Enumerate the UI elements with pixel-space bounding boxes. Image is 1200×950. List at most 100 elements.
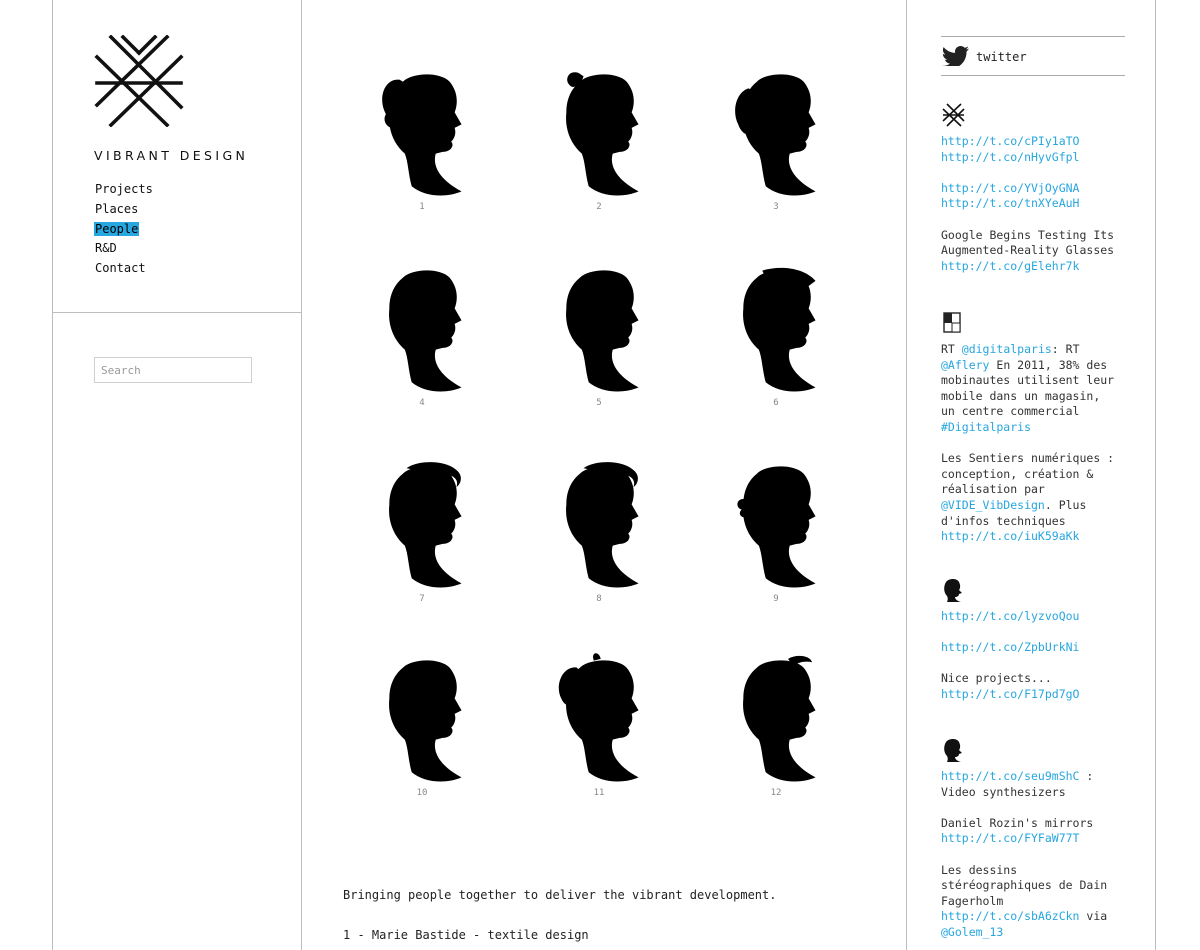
head-silhouette-icon xyxy=(944,739,962,762)
portrait-number: 4 xyxy=(419,398,425,408)
tweet-line: mobinautes utilisent leur xyxy=(941,373,1137,389)
tweet-line: réalisation par xyxy=(941,482,1137,498)
portrait-number: 6 xyxy=(773,398,779,408)
tweet-line: http://t.co/seu9mShC : xyxy=(941,769,1137,785)
tweet-text: via xyxy=(1079,909,1108,924)
portrait-number: 11 xyxy=(593,788,605,798)
tweet-text: Nice projects... xyxy=(941,671,1052,686)
head-silhouette-icon xyxy=(389,270,462,392)
twitter-label: twitter xyxy=(976,50,1027,64)
portrait-item[interactable]: 6 xyxy=(706,262,846,408)
tweet-line: http://t.co/ZpbUrkNi xyxy=(941,640,1137,656)
portrait-number: 8 xyxy=(596,594,602,604)
nav-item-contact[interactable]: Contact xyxy=(94,261,147,275)
head-silhouette-icon xyxy=(743,655,816,782)
tweet-text: stéréographiques de Dain xyxy=(941,878,1108,893)
tweet-link[interactable]: http://t.co/lyzvoQou xyxy=(941,609,1079,623)
portrait-credit: 1 - Marie Bastide - textile design xyxy=(343,928,589,942)
tweet: http://t.co/lyzvoQou http://t.co/ZpbUrkNi… xyxy=(941,578,1137,703)
tweet-text: Google Begins Testing Its xyxy=(941,227,1115,242)
tweet-line: Nice projects... xyxy=(941,671,1137,687)
portrait-item[interactable]: 4 xyxy=(352,262,492,408)
tweet-text: Les dessins xyxy=(941,862,1018,877)
head-silhouette-icon xyxy=(558,653,639,782)
search-input[interactable] xyxy=(94,357,252,383)
square-logo-icon xyxy=(943,312,961,333)
tweet-text: Daniel Rozin's mirrors xyxy=(941,815,1094,830)
tweet-line: conception, création & xyxy=(941,467,1137,483)
tweet-line: RT @digitalparis: RT xyxy=(941,342,1137,358)
nav-item-rd[interactable]: R&D xyxy=(94,241,118,255)
tweet-link[interactable]: http://t.co/seu9mShC xyxy=(941,769,1079,783)
tweet-link[interactable]: http://t.co/nHyvGfpl xyxy=(941,150,1079,164)
tweet-line: http://t.co/F17pd7gO xyxy=(941,687,1137,703)
tweet-line: Les dessins xyxy=(941,863,1137,879)
tweet-text: RT xyxy=(941,342,962,356)
tweet-line: http://t.co/lyzvoQou xyxy=(941,609,1137,625)
tweet: http://t.co/cPIy1aTO http://t.co/nHyvGfpl… xyxy=(941,103,1137,274)
vibrant-design-logo-icon[interactable] xyxy=(93,35,185,127)
tweet-line: http://t.co/tnXYeAuH xyxy=(941,196,1137,212)
tweet-line: @Aflery En 2011, 38% des xyxy=(941,358,1137,374)
nav-item-projects[interactable]: Projects xyxy=(94,182,154,196)
tweet-text: un centre commercial xyxy=(941,404,1080,419)
tweet-text: . Plus xyxy=(1044,497,1087,512)
brand-name: VIBRANT DESIGN xyxy=(94,148,249,163)
tweet-link[interactable]: #Digitalparis xyxy=(941,420,1031,434)
nav-item-people[interactable]: People xyxy=(94,221,140,236)
nav-item-places[interactable]: Places xyxy=(94,202,139,216)
portrait-number: 10 xyxy=(416,788,428,798)
tweet-link[interactable]: http://t.co/F17pd7gO xyxy=(941,687,1079,701)
portrait-item[interactable]: 11 xyxy=(529,652,669,798)
twitter-sidebar: twitter http://t.co/cPIy1aTO http://t.co/… xyxy=(906,0,1156,950)
tweet-line: Augmented-Reality Glasses xyxy=(941,243,1137,259)
tweet-link[interactable]: @Aflery xyxy=(941,358,989,372)
tweet-line: Google Begins Testing Its xyxy=(941,228,1137,244)
portrait-item[interactable]: 12 xyxy=(706,652,846,798)
head-silhouette-icon xyxy=(566,72,639,196)
tweet-text: En 2011, 38% des xyxy=(989,357,1108,372)
tweet-text: Augmented-Reality Glasses xyxy=(941,243,1115,258)
portrait-item[interactable]: 9 xyxy=(706,458,846,604)
head-silhouette-icon xyxy=(389,660,462,782)
portrait-item[interactable]: 5 xyxy=(529,262,669,408)
tweet-line: #Digitalparis xyxy=(941,420,1137,436)
tweet-link[interactable]: http://t.co/cPIy1aTO xyxy=(941,134,1079,148)
tweet-link[interactable]: http://t.co/YVjOyGNA xyxy=(941,181,1079,195)
tweet-line: http://t.co/cPIy1aTO xyxy=(941,134,1137,150)
tweet-line: d'infos techniques xyxy=(941,514,1137,530)
tweet-line: mobile dans un magasin, xyxy=(941,389,1137,405)
tweet-link[interactable]: http://t.co/sbA6zCkn xyxy=(941,909,1079,923)
tweet-link[interactable]: http://t.co/tnXYeAuH xyxy=(941,196,1079,210)
tweet-line: @Golem_13 xyxy=(941,925,1137,941)
tweet-text: conception, création & xyxy=(941,466,1094,481)
tweet-line: http://t.co/YVjOyGNA xyxy=(941,181,1137,197)
head-silhouette-icon xyxy=(389,462,462,588)
tweet-line: stéréographiques de Dain xyxy=(941,878,1137,894)
tweet-link[interactable]: http://t.co/FYFaW77T xyxy=(941,831,1079,845)
portrait-number: 5 xyxy=(596,398,602,408)
head-silhouette-icon xyxy=(743,267,816,392)
tweet-line: http://t.co/gElehr7k xyxy=(941,259,1137,275)
tweet-link[interactable]: @Golem_13 xyxy=(941,925,1003,939)
tweet-text: Fagerholm xyxy=(941,893,1004,908)
twitter-header[interactable]: twitter xyxy=(941,36,1125,76)
tweet-link[interactable]: @digitalparis xyxy=(962,342,1052,356)
portrait-item[interactable]: 3 xyxy=(706,66,846,212)
portrait-item[interactable]: 10 xyxy=(352,652,492,798)
logo-x-icon xyxy=(942,103,965,127)
tweet-link[interactable]: http://t.co/gElehr7k xyxy=(941,259,1079,273)
tweet-link[interactable]: http://t.co/ZpbUrkNi xyxy=(941,640,1079,654)
portrait-item[interactable]: 1 xyxy=(352,66,492,212)
main-nav: Projects Places People R&D Contact xyxy=(94,180,154,279)
portrait-number: 1 xyxy=(419,202,425,212)
portrait-item[interactable]: 7 xyxy=(352,458,492,604)
portrait-item[interactable]: 8 xyxy=(529,458,669,604)
tweet-link[interactable]: http://t.co/iuK59aKk xyxy=(941,529,1079,543)
tweet-link[interactable]: @VIDE_VibDesign xyxy=(941,498,1045,512)
head-silhouette-icon xyxy=(737,466,816,588)
portrait-item[interactable]: 2 xyxy=(529,66,669,212)
